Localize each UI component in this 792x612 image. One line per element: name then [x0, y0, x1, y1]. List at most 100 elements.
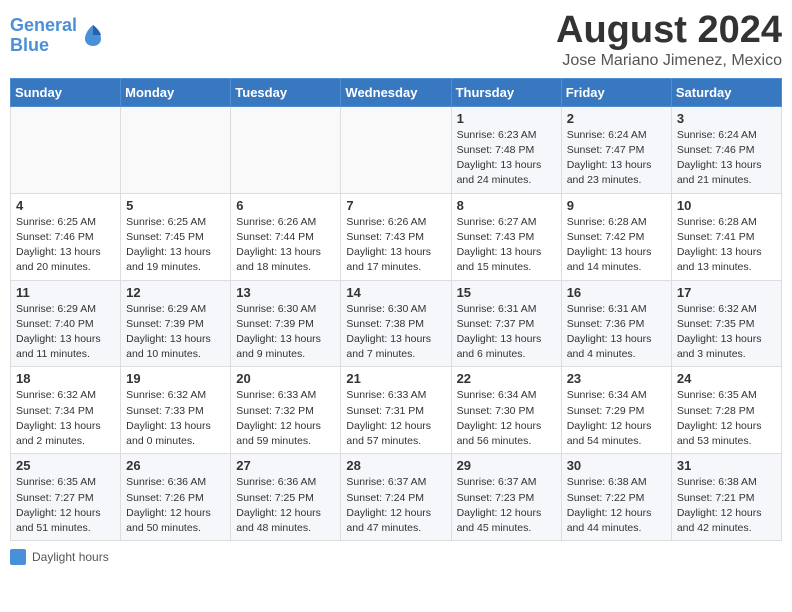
day-info: Sunrise: 6:24 AMSunset: 7:46 PMDaylight:… — [677, 128, 776, 189]
week-row-4: 18 Sunrise: 6:32 AMSunset: 7:34 PMDayligh… — [11, 367, 782, 454]
day-number: 31 — [677, 458, 776, 473]
logo: General Blue — [10, 16, 107, 56]
calendar-cell — [341, 106, 451, 193]
logo-icon — [79, 21, 107, 49]
day-info: Sunrise: 6:35 AMSunset: 7:27 PMDaylight:… — [16, 475, 115, 536]
calendar-cell: 13 Sunrise: 6:30 AMSunset: 7:39 PMDayligh… — [231, 280, 341, 367]
day-info: Sunrise: 6:30 AMSunset: 7:38 PMDaylight:… — [346, 302, 445, 363]
day-header-tuesday: Tuesday — [231, 78, 341, 106]
calendar-cell — [231, 106, 341, 193]
calendar-cell: 28Sunrise: 6:37 AMSunset: 7:24 PMDayligh… — [341, 454, 451, 541]
day-header-thursday: Thursday — [451, 78, 561, 106]
calendar-cell: 29Sunrise: 6:37 AMSunset: 7:23 PMDayligh… — [451, 454, 561, 541]
day-number: 20 — [236, 371, 335, 386]
logo-blue: Blue — [10, 35, 49, 55]
calendar-cell: 26Sunrise: 6:36 AMSunset: 7:26 PMDayligh… — [121, 454, 231, 541]
calendar-cell: 16 Sunrise: 6:31 AMSunset: 7:36 PMDayligh… — [561, 280, 671, 367]
logo-text: General Blue — [10, 16, 77, 56]
day-number: 1 — [457, 111, 556, 126]
day-info: Sunrise: 6:29 AMSunset: 7:40 PMDaylight:… — [16, 302, 115, 363]
day-number: 3 — [677, 111, 776, 126]
legend-color-box — [10, 549, 26, 565]
legend-label: Daylight hours — [32, 550, 109, 564]
day-number: 7 — [346, 198, 445, 213]
day-number: 27 — [236, 458, 335, 473]
calendar-cell: 27Sunrise: 6:36 AMSunset: 7:25 PMDayligh… — [231, 454, 341, 541]
calendar-cell: 11 Sunrise: 6:29 AMSunset: 7:40 PMDayligh… — [11, 280, 121, 367]
day-info: Sunrise: 6:26 AMSunset: 7:43 PMDaylight:… — [346, 215, 445, 276]
day-info: Sunrise: 6:34 AMSunset: 7:30 PMDaylight:… — [457, 388, 556, 449]
day-number: 16 — [567, 285, 666, 300]
day-number: 14 — [346, 285, 445, 300]
days-of-week-row: SundayMondayTuesdayWednesdayThursdayFrid… — [11, 78, 782, 106]
calendar-cell: 19Sunrise: 6:32 AMSunset: 7:33 PMDayligh… — [121, 367, 231, 454]
calendar-cell: 6 Sunrise: 6:26 AMSunset: 7:44 PMDaylight… — [231, 193, 341, 280]
day-number: 13 — [236, 285, 335, 300]
calendar-cell: 9 Sunrise: 6:28 AMSunset: 7:42 PMDaylight… — [561, 193, 671, 280]
calendar-cell: 30 Sunrise: 6:38 AMSunset: 7:22 PMDayligh… — [561, 454, 671, 541]
day-info: Sunrise: 6:29 AMSunset: 7:39 PMDaylight:… — [126, 302, 225, 363]
day-info: Sunrise: 6:27 AMSunset: 7:43 PMDaylight:… — [457, 215, 556, 276]
day-number: 9 — [567, 198, 666, 213]
day-number: 11 — [16, 285, 115, 300]
day-number: 23 — [567, 371, 666, 386]
calendar-cell: 10 Sunrise: 6:28 AMSunset: 7:41 PMDayligh… — [671, 193, 781, 280]
day-number: 15 — [457, 285, 556, 300]
day-info: Sunrise: 6:35 AMSunset: 7:28 PMDaylight:… — [677, 388, 776, 449]
legend-area: Daylight hours — [10, 549, 782, 565]
day-number: 10 — [677, 198, 776, 213]
day-info: Sunrise: 6:23 AMSunset: 7:48 PMDaylight:… — [457, 128, 556, 189]
calendar-cell: 14 Sunrise: 6:30 AMSunset: 7:38 PMDayligh… — [341, 280, 451, 367]
day-number: 21 — [346, 371, 445, 386]
day-number: 25 — [16, 458, 115, 473]
day-info: Sunrise: 6:28 AMSunset: 7:42 PMDaylight:… — [567, 215, 666, 276]
day-info: Sunrise: 6:33 AMSunset: 7:32 PMDaylight:… — [236, 388, 335, 449]
subtitle: Jose Mariano Jimenez, Mexico — [556, 52, 782, 70]
calendar-table: SundayMondayTuesdayWednesdayThursdayFrid… — [10, 78, 782, 541]
calendar-cell: 21Sunrise: 6:33 AMSunset: 7:31 PMDayligh… — [341, 367, 451, 454]
header: General Blue August 2024 Jose Mariano Ji… — [10, 10, 782, 70]
day-header-monday: Monday — [121, 78, 231, 106]
calendar-body: 1 Sunrise: 6:23 AMSunset: 7:48 PMDaylight… — [11, 106, 782, 540]
day-number: 30 — [567, 458, 666, 473]
day-info: Sunrise: 6:34 AMSunset: 7:29 PMDaylight:… — [567, 388, 666, 449]
calendar-cell: 15Sunrise: 6:31 AMSunset: 7:37 PMDayligh… — [451, 280, 561, 367]
week-row-2: 4Sunrise: 6:25 AMSunset: 7:46 PMDaylight… — [11, 193, 782, 280]
calendar-cell: 25 Sunrise: 6:35 AMSunset: 7:27 PMDayligh… — [11, 454, 121, 541]
day-info: Sunrise: 6:31 AMSunset: 7:36 PMDaylight:… — [567, 302, 666, 363]
day-header-sunday: Sunday — [11, 78, 121, 106]
day-info: Sunrise: 6:37 AMSunset: 7:24 PMDaylight:… — [346, 475, 445, 536]
calendar-cell: 12Sunrise: 6:29 AMSunset: 7:39 PMDayligh… — [121, 280, 231, 367]
calendar-cell: 18 Sunrise: 6:32 AMSunset: 7:34 PMDayligh… — [11, 367, 121, 454]
day-info: Sunrise: 6:24 AMSunset: 7:47 PMDaylight:… — [567, 128, 666, 189]
week-row-5: 25 Sunrise: 6:35 AMSunset: 7:27 PMDayligh… — [11, 454, 782, 541]
calendar-cell: 23 Sunrise: 6:34 AMSunset: 7:29 PMDayligh… — [561, 367, 671, 454]
calendar-cell: 1 Sunrise: 6:23 AMSunset: 7:48 PMDaylight… — [451, 106, 561, 193]
calendar-cell: 22 Sunrise: 6:34 AMSunset: 7:30 PMDayligh… — [451, 367, 561, 454]
day-number: 22 — [457, 371, 556, 386]
day-info: Sunrise: 6:38 AMSunset: 7:21 PMDaylight:… — [677, 475, 776, 536]
day-number: 19 — [126, 371, 225, 386]
day-number: 6 — [236, 198, 335, 213]
calendar-cell: 8Sunrise: 6:27 AMSunset: 7:43 PMDaylight… — [451, 193, 561, 280]
day-number: 17 — [677, 285, 776, 300]
day-number: 18 — [16, 371, 115, 386]
day-header-wednesday: Wednesday — [341, 78, 451, 106]
day-info: Sunrise: 6:37 AMSunset: 7:23 PMDaylight:… — [457, 475, 556, 536]
title-area: August 2024 Jose Mariano Jimenez, Mexico — [556, 10, 782, 70]
day-header-friday: Friday — [561, 78, 671, 106]
day-info: Sunrise: 6:25 AMSunset: 7:45 PMDaylight:… — [126, 215, 225, 276]
day-info: Sunrise: 6:28 AMSunset: 7:41 PMDaylight:… — [677, 215, 776, 276]
day-number: 4 — [16, 198, 115, 213]
calendar-cell — [11, 106, 121, 193]
calendar-cell: 24 Sunrise: 6:35 AMSunset: 7:28 PMDayligh… — [671, 367, 781, 454]
day-info: Sunrise: 6:32 AMSunset: 7:34 PMDaylight:… — [16, 388, 115, 449]
day-info: Sunrise: 6:38 AMSunset: 7:22 PMDaylight:… — [567, 475, 666, 536]
day-number: 24 — [677, 371, 776, 386]
calendar-cell: 20 Sunrise: 6:33 AMSunset: 7:32 PMDayligh… — [231, 367, 341, 454]
day-info: Sunrise: 6:26 AMSunset: 7:44 PMDaylight:… — [236, 215, 335, 276]
calendar-cell: 5Sunrise: 6:25 AMSunset: 7:45 PMDaylight… — [121, 193, 231, 280]
day-info: Sunrise: 6:30 AMSunset: 7:39 PMDaylight:… — [236, 302, 335, 363]
day-info: Sunrise: 6:32 AMSunset: 7:35 PMDaylight:… — [677, 302, 776, 363]
calendar-cell: 31 Sunrise: 6:38 AMSunset: 7:21 PMDayligh… — [671, 454, 781, 541]
